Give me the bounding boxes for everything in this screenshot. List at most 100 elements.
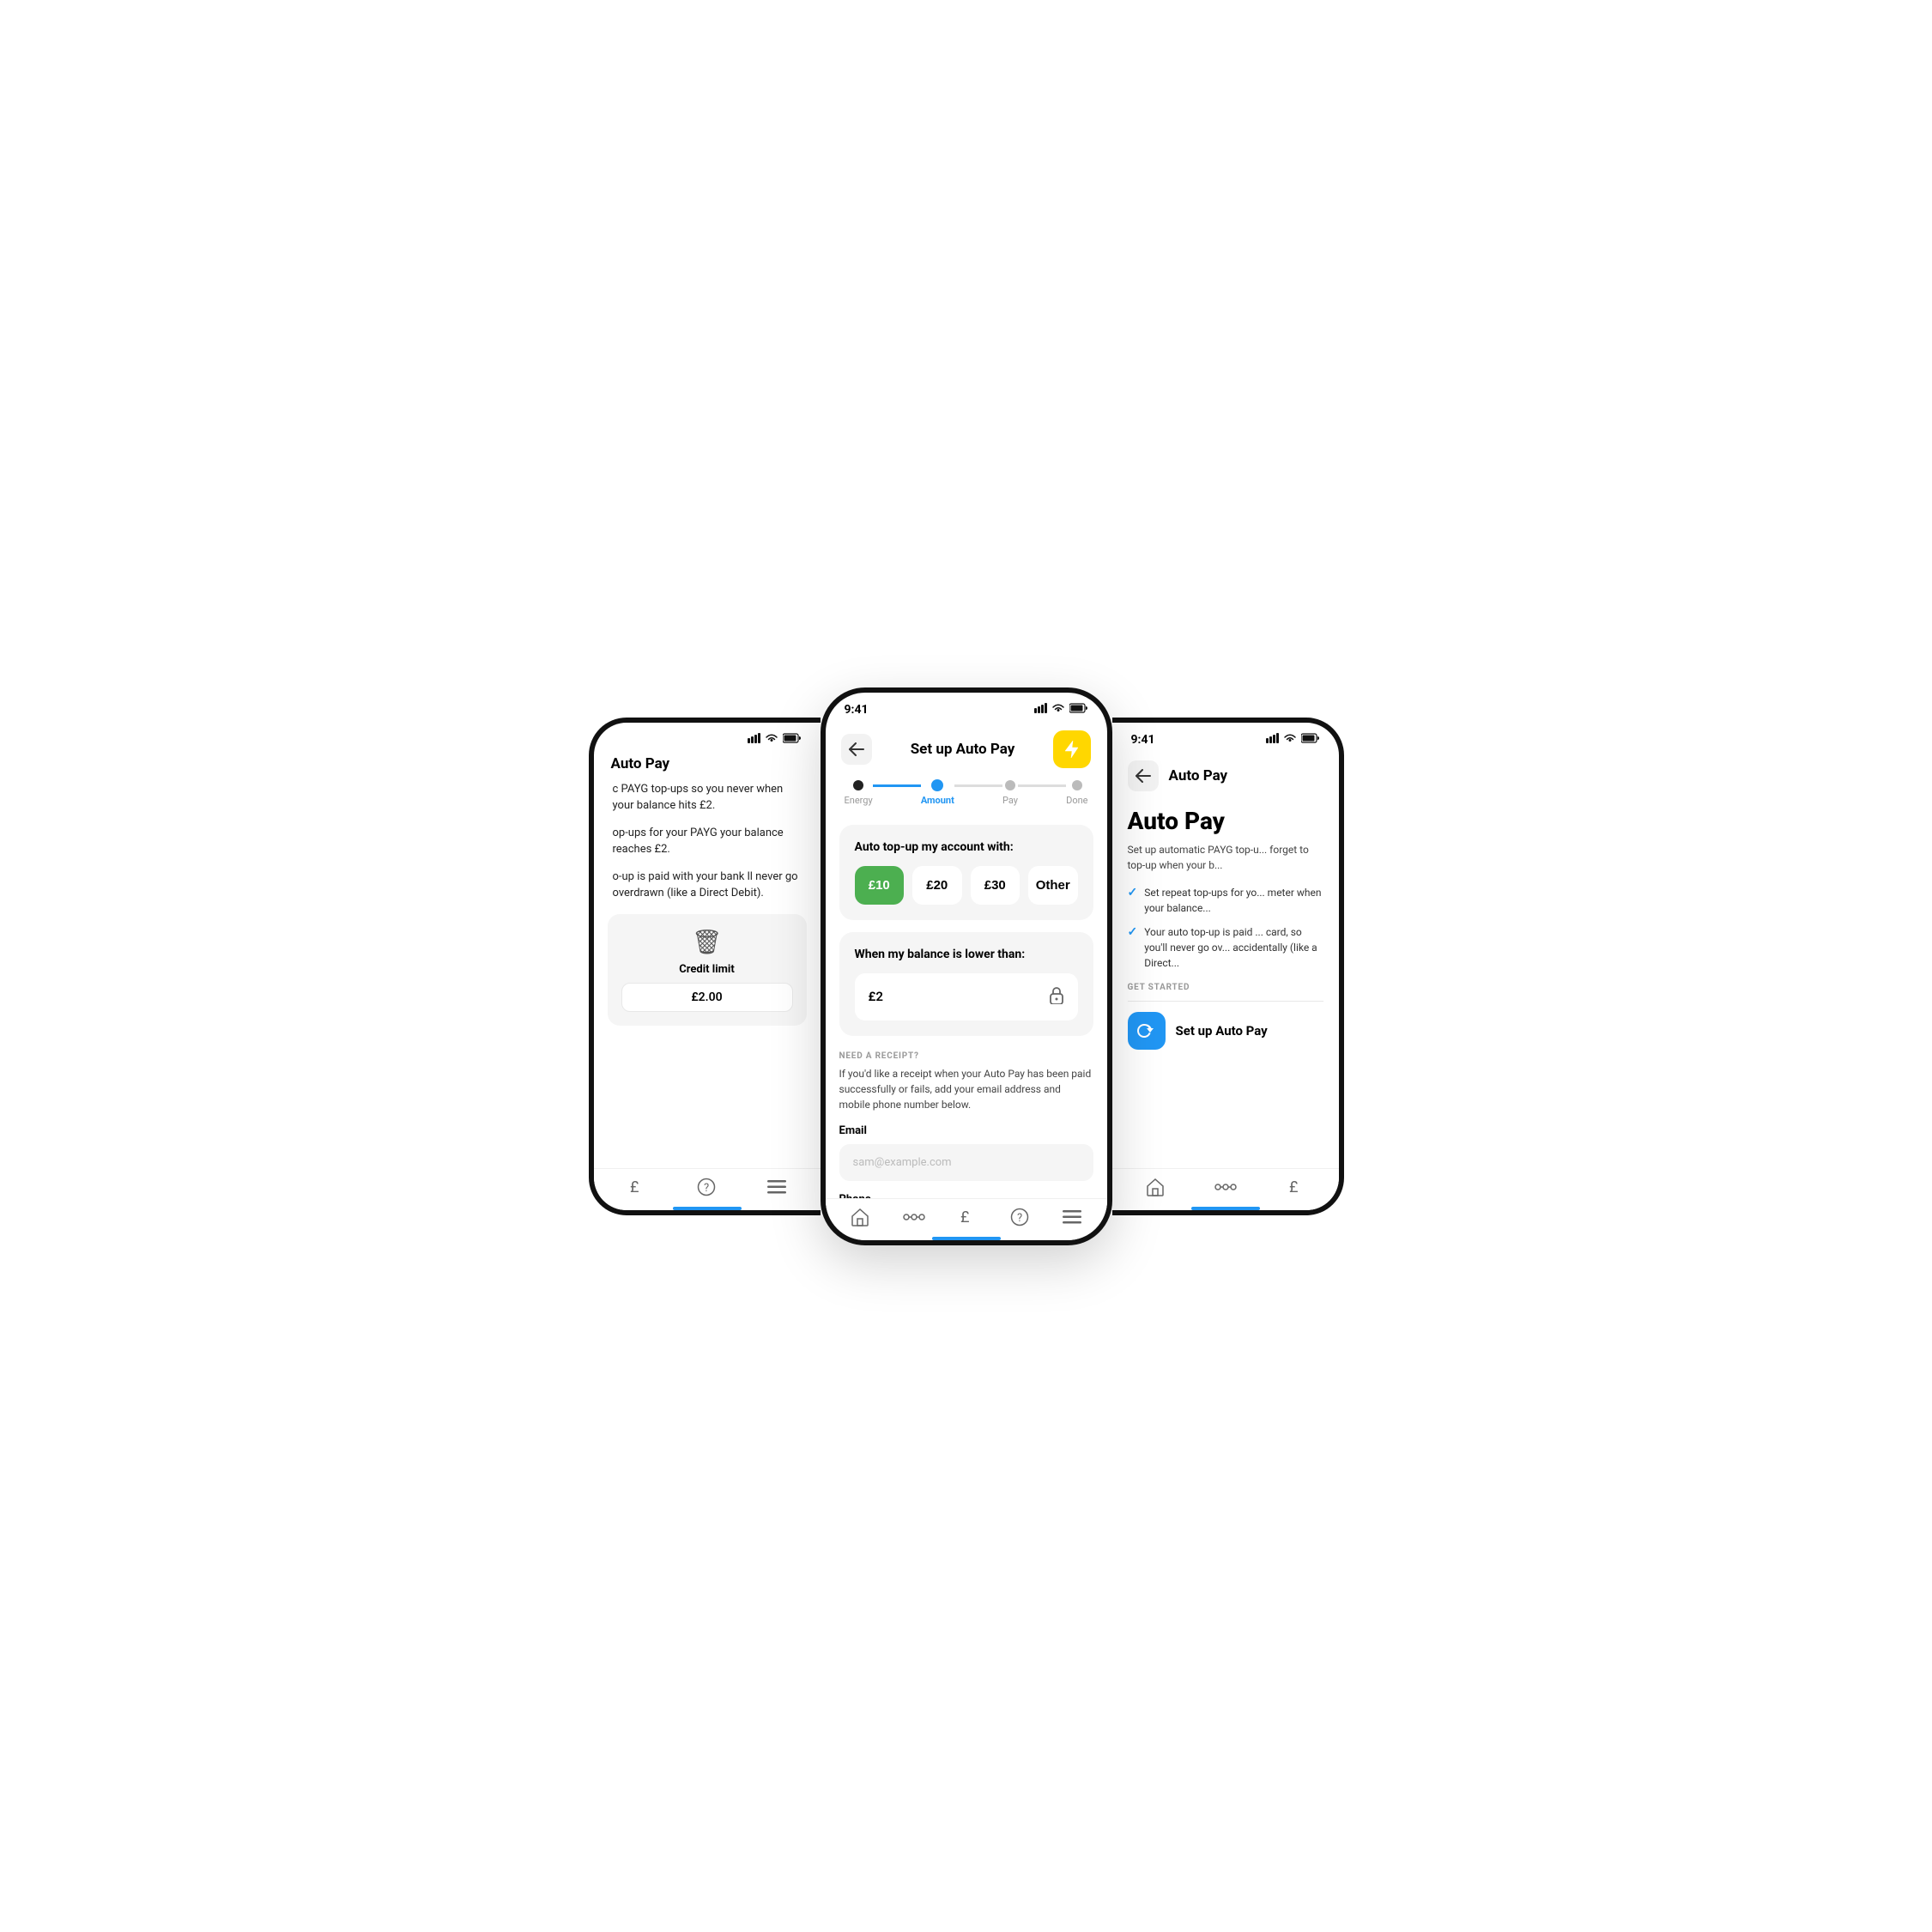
credit-limit-label: Credit limit (679, 963, 735, 976)
step-amount: Amount (921, 780, 954, 806)
status-icons-right (1266, 733, 1320, 747)
battery-icon-right (1301, 733, 1320, 747)
right-body: Auto Pay Set up automatic PAYG top-u... … (1112, 803, 1339, 1171)
email-placeholder: sam@example.com (853, 1156, 952, 1169)
step-done: Done (1066, 780, 1087, 806)
step-label-done: Done (1066, 795, 1087, 806)
nav-bar-left: £ ? (594, 1168, 821, 1210)
progress-steps: Energy Amount Pay Done (826, 780, 1107, 825)
step-dot-energy (853, 780, 863, 790)
left-body-text3: o-up is paid with your bank ll never go … (613, 869, 802, 902)
check-item-2: ✓ Your auto top-up is paid ... card, so … (1128, 924, 1323, 971)
nav-indicator-right (1191, 1207, 1260, 1210)
nav-indicator-left (673, 1207, 742, 1210)
amount-20-button[interactable]: £20 (912, 866, 962, 905)
get-started-label: GET STARTED (1128, 983, 1323, 992)
signal-icon-center (1034, 703, 1047, 717)
nav-icon-help-center[interactable]: ? (1010, 1208, 1029, 1226)
credit-value: £2.00 (621, 983, 793, 1012)
amount-options: £10 £20 £30 Other (855, 866, 1078, 905)
receipt-section: NEED A RECEIPT? If you'd like a receipt … (826, 1048, 1107, 1223)
connector-pay-done (1018, 784, 1066, 787)
svg-text:£: £ (960, 1208, 969, 1226)
left-body-text1: c PAYG top-ups so you never when your ba… (613, 781, 802, 815)
nav-icon-pound-right[interactable]: £ (1287, 1178, 1305, 1196)
wifi-icon-right (1283, 733, 1297, 747)
receipt-section-label: NEED A RECEIPT? (839, 1051, 1093, 1061)
phone-left: 9:41 Auto Pay c PAYG top-ups so you neve… (589, 718, 821, 1215)
right-header-title: Auto Pay (1169, 767, 1228, 784)
nav-indicator-center (932, 1237, 1001, 1240)
nav-icon-activity-center[interactable] (903, 1210, 925, 1224)
amount-10-button[interactable]: £10 (855, 866, 905, 905)
nav-icon-pound-center[interactable]: £ (959, 1208, 976, 1226)
setup-autopay-button[interactable]: Set up Auto Pay (1128, 1012, 1323, 1050)
email-label: Email (839, 1124, 1093, 1137)
left-title: Auto Pay (611, 755, 670, 772)
connector-amount-pay (954, 784, 1002, 787)
status-icons-left (748, 733, 802, 747)
topup-card-title: Auto top-up my account with: (855, 840, 1078, 854)
wifi-icon-center (1051, 703, 1065, 717)
left-body: c PAYG top-ups so you never when your ba… (594, 781, 821, 902)
back-button-right[interactable] (1128, 760, 1159, 791)
lock-icon (1049, 985, 1064, 1008)
step-label-amount: Amount (921, 795, 954, 806)
status-time-center: 9:41 (845, 703, 869, 717)
right-main-title: Auto Pay (1128, 807, 1323, 835)
cta-label: Set up Auto Pay (1176, 1023, 1268, 1039)
back-button-center[interactable] (841, 734, 872, 765)
center-title: Set up Auto Pay (911, 741, 1015, 758)
wifi-icon-left (765, 733, 778, 747)
phone-center: 9:41 Set up Auto Pay (821, 687, 1112, 1245)
nav-icon-menu-left[interactable] (767, 1180, 786, 1194)
balance-input-row: £2 (855, 973, 1078, 1021)
nav-bar-center: £ ? (826, 1198, 1107, 1240)
left-body-text2: op-ups for your PAYG your balance reache… (613, 825, 802, 858)
autopay-icon-box (1128, 1012, 1166, 1050)
step-dot-done (1072, 780, 1082, 790)
left-credit-card: 🗑 Credit limit £2.00 (608, 914, 807, 1026)
battery-icon-left (783, 733, 802, 747)
status-icons-center (1034, 703, 1088, 717)
nav-icon-help-left[interactable]: ? (697, 1178, 716, 1196)
email-input[interactable]: sam@example.com (839, 1144, 1093, 1181)
step-pay: Pay (1002, 780, 1018, 806)
divider-line (1128, 1001, 1323, 1002)
step-dot-pay (1005, 780, 1015, 790)
check-icon-2: ✓ (1128, 925, 1138, 939)
nav-icon-home-right[interactable] (1146, 1178, 1165, 1196)
nav-icon-pound-left[interactable]: £ (628, 1178, 645, 1196)
amount-30-button[interactable]: £30 (971, 866, 1021, 905)
svg-text:£: £ (1289, 1178, 1298, 1196)
balance-card-title: When my balance is lower than: (855, 948, 1078, 961)
svg-text:£: £ (630, 1178, 639, 1196)
check-text-2: Your auto top-up is paid ... card, so yo… (1144, 924, 1323, 971)
status-bar-left: 9:41 (594, 723, 821, 752)
bolt-button[interactable] (1053, 730, 1091, 768)
balance-value: £2 (869, 989, 883, 1004)
nav-icon-menu-center[interactable] (1063, 1210, 1081, 1224)
status-bar-right: 9:41 (1112, 723, 1339, 752)
right-header: Auto Pay (1112, 752, 1339, 803)
svg-text:?: ? (1017, 1212, 1022, 1225)
amount-other-button[interactable]: Other (1028, 866, 1078, 905)
step-label-pay: Pay (1002, 795, 1018, 806)
check-item-1: ✓ Set repeat top-ups for yo... meter whe… (1128, 885, 1323, 916)
signal-icon-left (748, 733, 760, 747)
status-time-right: 9:41 (1131, 733, 1155, 747)
right-description: Set up automatic PAYG top-u... forget to… (1128, 842, 1323, 873)
nav-icon-home-center[interactable] (851, 1208, 869, 1226)
center-header: Set up Auto Pay (826, 722, 1107, 780)
left-content: Auto Pay c PAYG top-ups so you never whe… (594, 752, 821, 1188)
phone-right: 9:41 Auto Pay Auto Pay Set (1112, 718, 1344, 1215)
trash-icon[interactable]: 🗑 (692, 928, 723, 956)
check-text-1: Set repeat top-ups for yo... meter when … (1144, 885, 1323, 916)
step-energy: Energy (845, 780, 873, 806)
status-bar-center: 9:41 (826, 693, 1107, 722)
scene: 9:41 Auto Pay c PAYG top-ups so you neve… (494, 687, 1438, 1245)
step-label-energy: Energy (845, 795, 873, 806)
check-icon-1: ✓ (1128, 886, 1138, 899)
nav-icon-activity-right[interactable] (1214, 1180, 1237, 1194)
topup-card: Auto top-up my account with: £10 £20 £30… (839, 825, 1093, 920)
